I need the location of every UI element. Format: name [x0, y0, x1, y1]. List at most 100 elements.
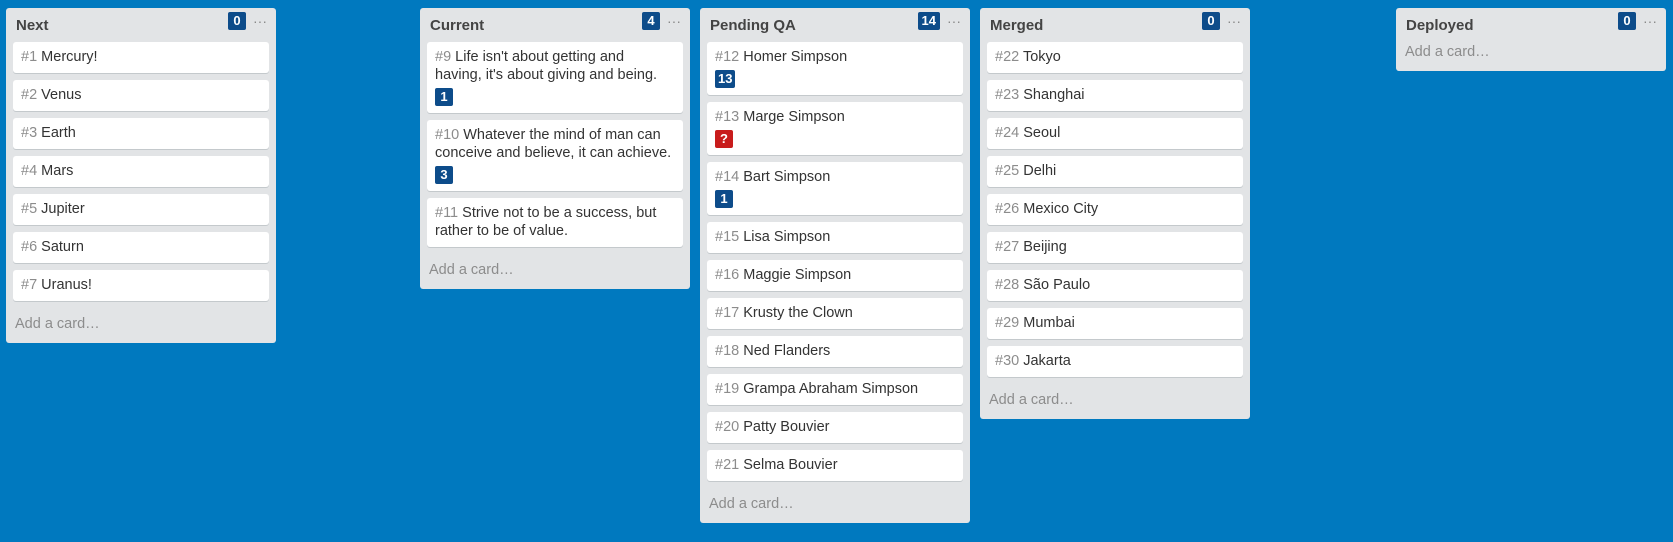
list-next: Next 0 ··· #1 Mercury! #2 Venus #3 Earth…: [6, 8, 276, 343]
card-badge: 1: [715, 190, 733, 208]
card-count-badge: 0: [228, 12, 246, 30]
card[interactable]: #11 Strive not to be a success, but rath…: [427, 198, 683, 247]
list-header: Pending QA 14 ···: [700, 8, 970, 42]
card-number: #30: [995, 353, 1020, 369]
card-number: #20: [715, 419, 740, 435]
card[interactable]: #7 Uranus!: [13, 270, 269, 301]
add-card-button[interactable]: Add a card…: [980, 384, 1250, 415]
card-number: #13: [715, 109, 740, 125]
card-title: Mercury!: [41, 49, 98, 65]
card-count-badge: 0: [1202, 12, 1220, 30]
card-count-badge: 0: [1618, 12, 1636, 30]
card[interactable]: #16 Maggie Simpson: [707, 260, 963, 291]
card-title: Patty Bouvier: [743, 419, 830, 435]
card[interactable]: #24 Seoul: [987, 118, 1243, 149]
card-alert-badge: ?: [715, 130, 733, 148]
card[interactable]: #13 Marge Simpson ?: [707, 102, 963, 155]
add-card-button[interactable]: Add a card…: [1396, 42, 1666, 67]
card-title: Maggie Simpson: [743, 267, 852, 283]
card-number: #22: [995, 49, 1020, 65]
card-number: #1: [21, 49, 38, 65]
list-title[interactable]: Merged: [990, 17, 1043, 34]
add-card-button[interactable]: Add a card…: [6, 308, 276, 339]
list-title[interactable]: Pending QA: [710, 17, 796, 34]
card[interactable]: #10 Whatever the mind of man can conceiv…: [427, 120, 683, 191]
list-title[interactable]: Current: [430, 17, 484, 34]
card[interactable]: #27 Beijing: [987, 232, 1243, 263]
list-menu-icon[interactable]: ···: [253, 13, 267, 29]
card-number: #16: [715, 267, 740, 283]
card-title: São Paulo: [1023, 277, 1091, 293]
card-title: Uranus!: [41, 277, 92, 293]
card-number: #25: [995, 163, 1020, 179]
card-badge: 3: [435, 166, 453, 184]
list-merged: Merged 0 ··· #22 Tokyo #23 Shanghai #24 …: [980, 8, 1250, 419]
card-number: #4: [21, 163, 38, 179]
card-number: #3: [21, 125, 38, 141]
card-number: #17: [715, 305, 740, 321]
card-title: Whatever the mind of man can conceive an…: [435, 127, 672, 161]
card[interactable]: #1 Mercury!: [13, 42, 269, 73]
card[interactable]: #29 Mumbai: [987, 308, 1243, 339]
list-header: Current 4 ···: [420, 8, 690, 42]
card[interactable]: #23 Shanghai: [987, 80, 1243, 111]
card-number: #7: [21, 277, 38, 293]
list-menu-icon[interactable]: ···: [1227, 13, 1241, 29]
card-number: #29: [995, 315, 1020, 331]
card-number: #24: [995, 125, 1020, 141]
card-title: Jupiter: [41, 201, 85, 217]
card-title: Ned Flanders: [743, 343, 831, 359]
card[interactable]: #12 Homer Simpson 13: [707, 42, 963, 95]
list-title[interactable]: Next: [16, 17, 49, 34]
card[interactable]: #20 Patty Bouvier: [707, 412, 963, 443]
card-title: Beijing: [1023, 239, 1067, 255]
card-list: #9 Life isn't about getting and having, …: [420, 42, 690, 247]
card-title: Mars: [41, 163, 74, 179]
list-menu-icon[interactable]: ···: [1643, 13, 1657, 29]
card[interactable]: #9 Life isn't about getting and having, …: [427, 42, 683, 113]
card[interactable]: #15 Lisa Simpson: [707, 222, 963, 253]
card-number: #12: [715, 49, 740, 65]
card-title: Homer Simpson: [743, 49, 848, 65]
card-list: #1 Mercury! #2 Venus #3 Earth #4 Mars #5…: [6, 42, 276, 301]
card-number: #10: [435, 127, 460, 143]
list-pending-qa: Pending QA 14 ··· #12 Homer Simpson 13 #…: [700, 8, 970, 523]
list-menu-icon[interactable]: ···: [947, 13, 961, 29]
card-count-badge: 14: [917, 12, 940, 30]
card-badge: 13: [715, 70, 736, 88]
card[interactable]: #14 Bart Simpson 1: [707, 162, 963, 215]
card[interactable]: #26 Mexico City: [987, 194, 1243, 225]
card[interactable]: #28 São Paulo: [987, 270, 1243, 301]
add-card-button[interactable]: Add a card…: [420, 254, 690, 285]
card[interactable]: #4 Mars: [13, 156, 269, 187]
add-card-button[interactable]: Add a card…: [700, 488, 970, 519]
card[interactable]: #5 Jupiter: [13, 194, 269, 225]
card[interactable]: #22 Tokyo: [987, 42, 1243, 73]
card-title: Venus: [41, 87, 82, 103]
card[interactable]: #2 Venus: [13, 80, 269, 111]
card-title: Delhi: [1023, 163, 1057, 179]
card-number: #15: [715, 229, 740, 245]
card-number: #27: [995, 239, 1020, 255]
card[interactable]: #25 Delhi: [987, 156, 1243, 187]
card[interactable]: #21 Selma Bouvier: [707, 450, 963, 481]
card[interactable]: #18 Ned Flanders: [707, 336, 963, 367]
card-title: Mexico City: [1023, 201, 1099, 217]
card[interactable]: #17 Krusty the Clown: [707, 298, 963, 329]
list-title[interactable]: Deployed: [1406, 17, 1474, 34]
card-title: Life isn't about getting and having, it'…: [435, 49, 658, 83]
card[interactable]: #19 Grampa Abraham Simpson: [707, 374, 963, 405]
card[interactable]: #30 Jakarta: [987, 346, 1243, 377]
card[interactable]: #3 Earth: [13, 118, 269, 149]
card[interactable]: #6 Saturn: [13, 232, 269, 263]
card-title: Lisa Simpson: [743, 229, 831, 245]
list-menu-icon[interactable]: ···: [667, 13, 681, 29]
card-number: #28: [995, 277, 1020, 293]
card-title: Bart Simpson: [743, 169, 831, 185]
list-header: Deployed 0 ···: [1396, 8, 1666, 42]
card-title: Tokyo: [1022, 49, 1061, 65]
list-header: Merged 0 ···: [980, 8, 1250, 42]
list-current: Current 4 ··· #9 Life isn't about gettin…: [420, 8, 690, 289]
card-number: #14: [715, 169, 740, 185]
card-title: Seoul: [1023, 125, 1061, 141]
